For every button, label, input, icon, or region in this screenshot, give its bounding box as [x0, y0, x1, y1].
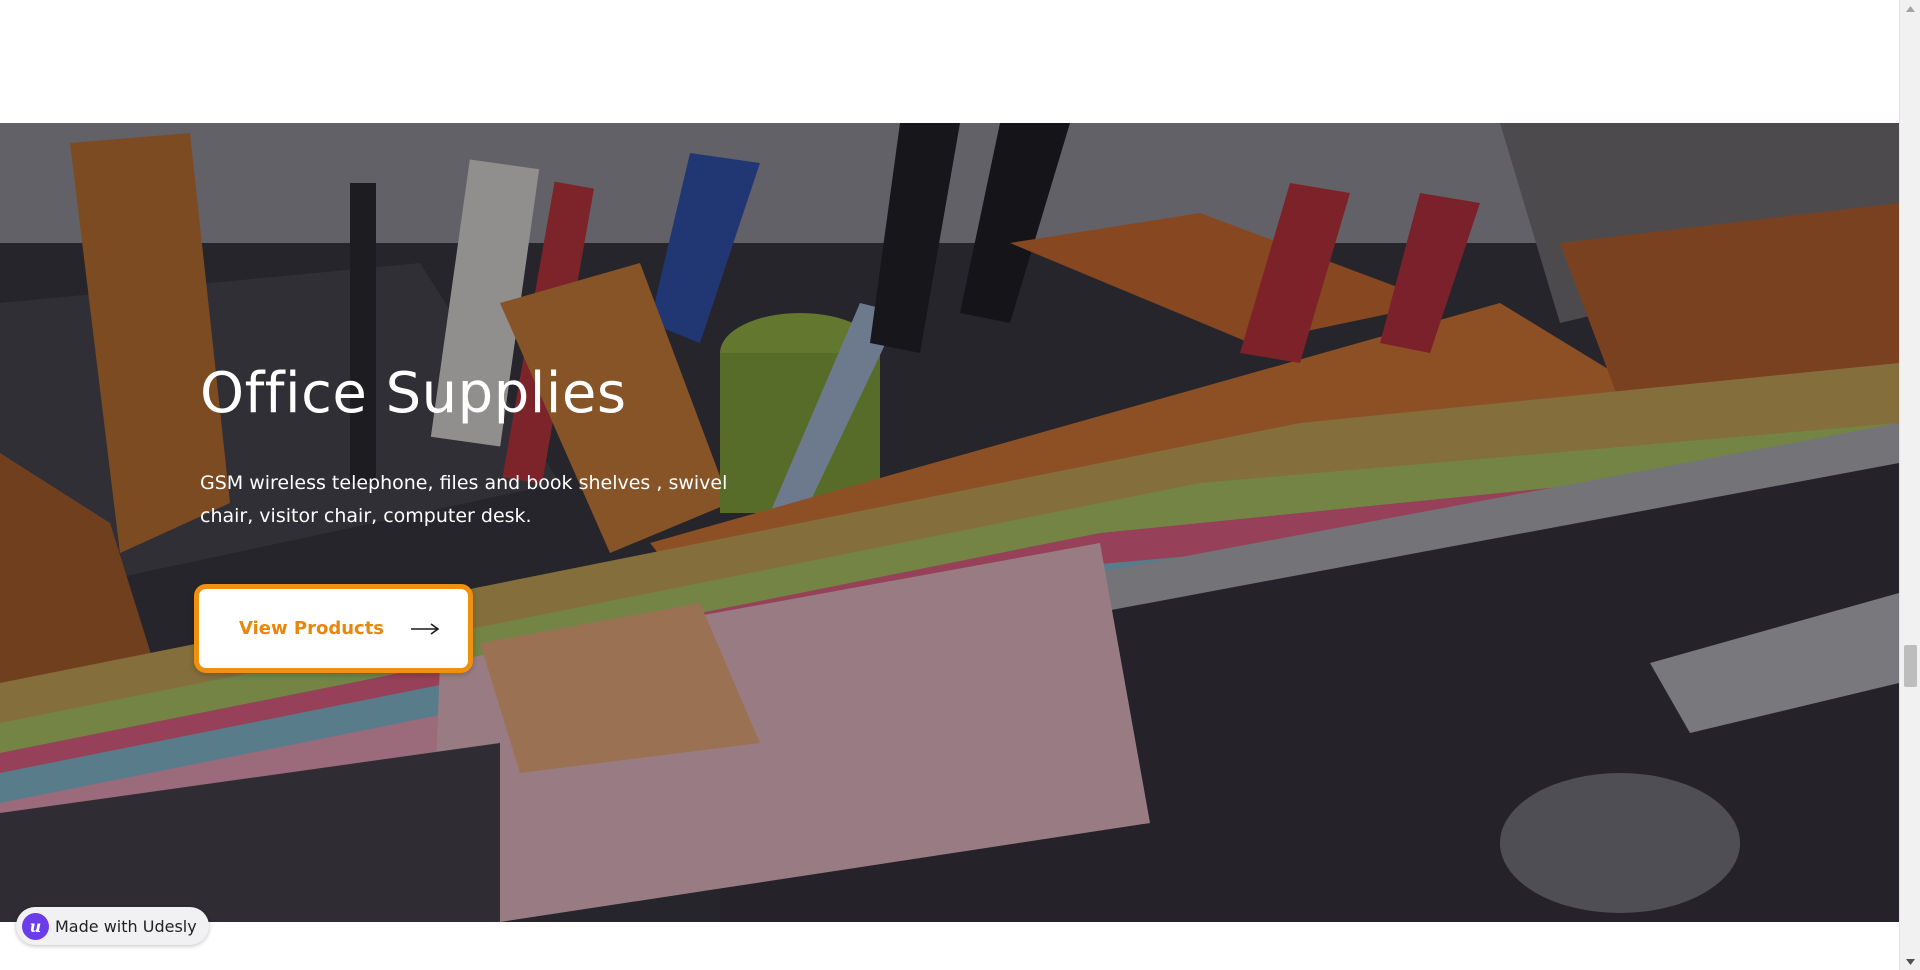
hero-description: GSM wireless telephone, files and book s… [200, 471, 728, 527]
view-products-label: View Products [239, 618, 385, 639]
badge-text: Made with Udesly [55, 916, 197, 936]
udesly-logo-icon: u [22, 912, 49, 940]
chevron-down-icon[interactable] [1900, 953, 1920, 970]
hero-title: Office Supplies [200, 361, 627, 426]
view-products-button[interactable]: View Products [194, 584, 473, 673]
arrow-right-icon [411, 622, 440, 635]
vertical-scrollbar[interactable] [1899, 0, 1920, 970]
hero-section: Office Supplies GSM wireless telephone, … [0, 123, 1899, 922]
page: Office Supplies GSM wireless telephone, … [0, 0, 1920, 970]
hero-content: Office Supplies GSM wireless telephone, … [200, 363, 800, 533]
chevron-up-icon[interactable] [1900, 0, 1920, 17]
made-with-udesly-badge[interactable]: u Made with Udesly [16, 907, 209, 945]
scrollbar-thumb[interactable] [1904, 645, 1917, 687]
